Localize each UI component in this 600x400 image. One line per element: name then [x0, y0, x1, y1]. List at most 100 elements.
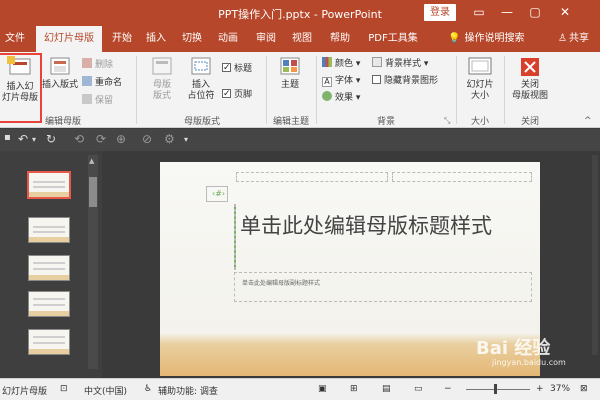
thumbnail-layout[interactable] [28, 217, 70, 243]
quick-access-toolbar: ▪ ↶ ▾ ↻ ⟲ ⟳ ⊕ ⊘ ⚙ ▾ [0, 129, 600, 151]
language-indicator[interactable]: 中文(中国) [84, 384, 127, 397]
rename-button[interactable]: 重命名 [82, 76, 122, 90]
group-label-master-layout: 母版版式 [183, 117, 220, 127]
redo-icon[interactable]: ↻ [46, 132, 56, 146]
tab-pdf-tools[interactable]: PDF工具集 [364, 26, 422, 52]
group-separator [136, 56, 137, 124]
slide-subtitle[interactable]: 单击此处编辑母版副标题样式 [242, 278, 320, 287]
group-separator [456, 56, 457, 124]
background-dialog-launcher-icon[interactable]: ⤡ [444, 114, 450, 128]
format-painter-icon[interactable]: ⊘ [142, 132, 152, 146]
slide-size-icon [468, 57, 492, 75]
scrollbar-thumb[interactable] [89, 177, 97, 207]
thumbnail-layout[interactable] [28, 255, 70, 281]
thumbnail-master[interactable] [27, 171, 71, 199]
tab-home[interactable]: 开始 [108, 26, 136, 52]
master-layout-button[interactable]: 母版 版式 [144, 56, 180, 102]
themes-button[interactable]: 主题 [272, 56, 308, 91]
settings-icon[interactable]: ⚙ [164, 132, 175, 146]
tab-view[interactable]: 视图 [288, 26, 316, 52]
maximize-icon[interactable]: ▢ [524, 3, 546, 21]
slide-title[interactable]: 单击此处编辑母版标题样式 [240, 212, 500, 240]
group-separator [316, 56, 317, 124]
slideshow-icon[interactable]: ▭ [414, 384, 423, 394]
tab-help[interactable]: 帮助 [326, 26, 354, 52]
date-placeholder[interactable] [392, 172, 532, 182]
reading-view-icon[interactable]: ▤ [382, 384, 391, 394]
customize-qat-icon[interactable]: ▾ [184, 135, 188, 144]
thumbnail-layout[interactable] [28, 329, 70, 355]
tab-transitions[interactable]: 切换 [178, 26, 206, 52]
fit-to-window-icon[interactable]: ⊠ [580, 384, 588, 394]
ribbon: 插入幻 灯片母版 插入版式 删除 重命名 保留 编辑母版 母版 版式 插入 占位… [0, 52, 600, 128]
master-layout-icon [152, 57, 172, 75]
fonts-icon: A [322, 77, 332, 87]
login-button[interactable]: 登录 [424, 4, 456, 21]
ribbon-display-options-icon[interactable]: ▭ [468, 3, 490, 21]
slide-number-placeholder[interactable]: ‹#› [206, 186, 228, 202]
ribbon-tab-bar: 文件 幻灯片母版 开始 插入 切换 动画 审阅 视图 帮助 PDF工具集 💡 操作… [0, 26, 600, 52]
zoom-slider-knob[interactable] [494, 384, 497, 394]
tab-animations[interactable]: 动画 [214, 26, 242, 52]
undo-dropdown-icon[interactable]: ▾ [32, 135, 36, 144]
tab-insert[interactable]: 插入 [142, 26, 170, 52]
background-styles-dropdown[interactable]: 背景样式 ▾ [372, 57, 428, 71]
group-label-close: 关闭 [520, 117, 539, 127]
colors-dropdown[interactable]: 颜色 ▾ [322, 57, 360, 71]
insert-placeholder-icon [191, 57, 211, 75]
checkbox-checked-icon [222, 61, 231, 75]
lightbulb-icon: 💡 [448, 33, 461, 44]
touch-mode-icon[interactable]: ⊕ [116, 132, 126, 146]
preserve-button[interactable]: 保留 [82, 94, 113, 108]
group-label-size: 大小 [470, 117, 489, 127]
insert-placeholder-button[interactable]: 插入 占位符 [182, 56, 220, 102]
zoom-slider[interactable] [466, 389, 530, 390]
thumbnail-scrollbar[interactable]: ▲ [88, 155, 98, 369]
group-label-edit-theme: 编辑主题 [272, 117, 309, 127]
zoom-in-icon[interactable]: + [536, 384, 544, 394]
fonts-dropdown[interactable]: A 字体 ▾ [322, 74, 360, 88]
start-slideshow-icon[interactable]: ⟳ [96, 132, 106, 146]
tab-slide-master[interactable]: 幻灯片母版 [36, 26, 102, 52]
minimize-icon[interactable]: — [496, 3, 518, 21]
themes-icon [280, 57, 300, 75]
normal-view-icon[interactable]: ▣ [318, 384, 327, 394]
tab-file[interactable]: 文件 [2, 26, 28, 52]
delete-icon [82, 58, 92, 68]
zoom-level[interactable]: 37% [550, 384, 570, 394]
effects-icon [322, 91, 332, 101]
save-icon[interactable]: ▪ [4, 132, 11, 143]
scroll-up-icon[interactable]: ▲ [89, 157, 94, 165]
thumbnail-layout[interactable] [28, 291, 70, 317]
spellcheck-icon[interactable]: ⊡ [60, 384, 68, 394]
insert-layout-button[interactable]: 插入版式 [40, 56, 80, 91]
view-indicator: 幻灯片母版 [2, 387, 48, 397]
header-placeholder[interactable] [236, 172, 388, 182]
collapse-ribbon-icon[interactable]: ^ [584, 114, 592, 128]
effects-dropdown[interactable]: 效果 ▾ [322, 91, 360, 105]
tell-me-search[interactable]: 💡 操作说明搜索 [448, 26, 524, 52]
delete-button[interactable]: 删除 [82, 58, 113, 72]
close-icon[interactable]: ✕ [554, 3, 576, 21]
zoom-out-icon[interactable]: − [444, 384, 452, 394]
slide-size-button[interactable]: 幻灯片 大小 [460, 56, 500, 102]
close-master-icon [521, 58, 539, 76]
title-bar: PPT操作入门.pptx - PowerPoint 登录 ▭ — ▢ ✕ [0, 0, 600, 26]
tab-review[interactable]: 审阅 [252, 26, 280, 52]
title-checkbox[interactable]: 标题 [222, 61, 252, 76]
close-master-view-button[interactable]: 关闭 母版视图 [508, 56, 552, 102]
accessibility-status[interactable]: 辅助功能: 调查 [158, 384, 218, 397]
baidu-watermark-url: jingyan.baidu.com [492, 358, 566, 367]
subtitle-placeholder[interactable] [234, 272, 532, 302]
title-placeholder[interactable] [234, 204, 236, 270]
hide-background-graphics-checkbox[interactable]: 隐藏背景图形 [372, 74, 438, 88]
undo-icon[interactable]: ↶ [18, 132, 28, 146]
insert-layout-icon [50, 57, 70, 75]
slide-sorter-icon[interactable]: ⊞ [350, 384, 358, 394]
pin-icon [82, 94, 92, 104]
footer-checkbox[interactable]: 页脚 [222, 87, 252, 102]
share-button[interactable]: ♙ 共享 [558, 26, 589, 52]
rename-icon [82, 76, 92, 86]
repeat-icon[interactable]: ⟲ [74, 132, 84, 146]
canvas-scrollbar[interactable] [592, 155, 598, 355]
